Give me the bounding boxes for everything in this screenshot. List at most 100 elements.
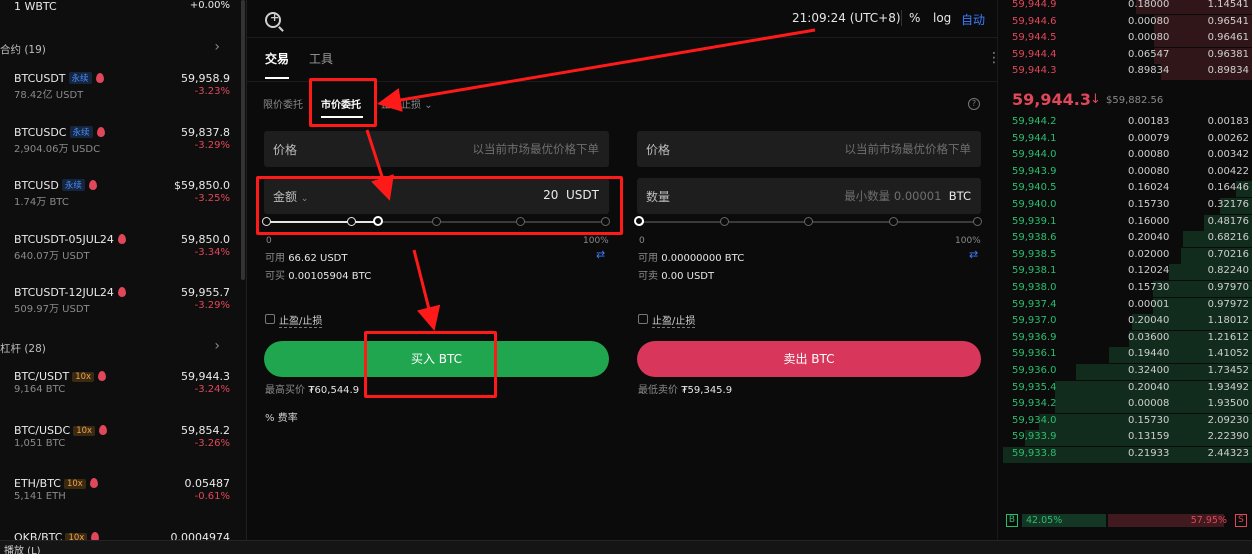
order-book-row[interactable]: 59,939.1 0.16000 0.48176 [998,214,1252,231]
sell-price-placeholder: 以当前市场最优价格下单 [844,142,972,156]
order-total: 0.32176 [1207,199,1249,210]
slider-stop[interactable] [719,217,729,226]
order-book-row[interactable]: 59,938.5 0.02000 0.70216 [998,247,1252,264]
sell-tpsl-checkbox[interactable] [638,314,648,324]
transfer-icon[interactable]: ⇄ [596,248,605,261]
order-book-row[interactable]: 59,936.9 0.03600 1.21612 [998,330,1252,347]
sell-button[interactable]: 卖出 BTC [637,341,981,377]
order-book-row[interactable]: 59,944.5 0.00080 0.96461 [998,31,1252,48]
order-book-row[interactable]: 59,944.9 0.18000 1.14541 [998,0,1252,14]
slider-knob[interactable] [634,216,644,226]
market-row[interactable]: BTCUSDT-12JUL24 509.97万 USDT 59,955.7 -3.29… [0,280,240,330]
order-book-row[interactable]: 59,944.4 0.06547 0.96381 [998,47,1252,64]
order-book-row[interactable]: 59,938.1 0.12024 0.82240 [998,264,1252,281]
order-book-row[interactable]: 59,943.9 0.00080 0.00422 [998,165,1252,181]
market-row[interactable]: BTCUSDC 永续 2,904.06万 USDC 59,837.8 -3.29% [0,120,240,170]
market-list[interactable]: 1 WBTC +0.00% 合约 (19) › BTCUSDT 永续 78.42亿 … [0,0,246,554]
left-scrollbar[interactable] [241,0,245,280]
buy-price-field[interactable]: 价格 以当前市场最优价格下单 [264,131,609,167]
order-book-row[interactable]: 59,937.0 0.20040 1.18012 [998,314,1252,331]
order-book-row[interactable]: 59,933.9 0.13159 2.22390 [998,430,1252,447]
order-book-row[interactable]: 59,944.2 0.00183 0.00183 [998,115,1252,131]
order-total: 0.00183 [1207,116,1249,127]
transfer-icon[interactable]: ⇄ [969,248,978,261]
order-type-stop[interactable]: 止盈止损 ⌄ [381,96,433,111]
buy-tpsl-label[interactable]: 止盈/止损 [279,312,323,328]
amount-type-select[interactable]: 金额 ⌄ [273,188,308,205]
sell-tpsl-label[interactable]: 止盈/止损 [652,312,696,328]
slider-stop[interactable] [601,217,610,226]
order-type-market[interactable]: 市价委托 [321,96,361,111]
sell-qty-slider[interactable] [634,216,982,228]
market-volume: 78.42亿 USDT [14,90,84,101]
market-symbol-text: BTCUSD [14,179,59,192]
order-qty: 0.15730 [1128,199,1170,210]
order-book-row[interactable]: 59,934.2 0.00008 1.93500 [998,397,1252,414]
order-book-row[interactable]: 59,944.3 0.89834 0.89834 [998,64,1252,81]
market-row[interactable]: BTC/USDT 10x 9,164 BTC 59,944.3 -3.24% [0,364,240,414]
log-toggle[interactable]: log [933,11,951,25]
buy-amount-slider[interactable] [262,216,610,228]
order-total: 1.93500 [1207,398,1249,410]
section-contracts[interactable]: 合约 (19) › [0,39,240,60]
chevron-right-icon: › [214,338,220,354]
slider-knob[interactable] [372,216,383,226]
market-row[interactable]: BTC/USDC 10x 1,051 BTC 59,854.2 -3.26% [0,418,240,468]
auto-toggle[interactable]: 自动 [961,11,985,28]
order-price: 59,933.9 [1012,431,1057,443]
order-book-row[interactable]: 59,938.6 0.20040 0.68216 [998,231,1252,248]
order-book-row[interactable]: 59,944.0 0.00080 0.00342 [998,148,1252,164]
order-book-row[interactable]: 59,944.1 0.00079 0.00262 [998,132,1252,148]
order-book-row[interactable]: 59,933.8 0.21933 2.44323 [998,447,1252,463]
market-row[interactable]: ETH/BTC 10x 5,141 ETH 0.05487 -0.61% [0,471,240,521]
buy-button[interactable]: 买入 BTC [264,341,609,377]
section-margin-title: 杠杆 (28) [0,343,46,355]
buy-sell-ratio: B 42.05% 57.95% S [998,512,1252,530]
market-volume: 5,141 ETH [14,491,66,502]
buy-max-qty: 可买 0.00105904 BTC [265,267,371,282]
slider-stop[interactable] [262,217,271,226]
market-volume: 2,904.06万 USDC [14,143,101,155]
zoom-in-icon[interactable]: + [265,11,281,28]
sell-price-field[interactable]: 价格 以当前市场最优价格下单 [637,131,981,167]
tab-trade[interactable]: 交易 [265,50,289,67]
order-total: 0.70216 [1207,248,1249,260]
market-row[interactable]: BTCUSDT 永续 78.42亿 USDT 59,958.9 -3.23% [0,66,240,116]
buy-tpsl-checkbox[interactable] [265,314,275,324]
market-row[interactable]: BTCUSDT-05JUL24 640.07万 USDT 59,850.0 -3.34… [0,227,240,277]
order-book-row[interactable]: 59,944.6 0.00080 0.96541 [998,14,1252,31]
tab-tools[interactable]: 工具 [309,50,333,67]
sell-qty-input[interactable]: 数量 最小数量 0.00001 BTC [637,178,981,214]
slider-stop[interactable] [888,217,898,226]
order-book-row[interactable]: 59,940.5 0.16024 0.16446 [998,181,1252,198]
section-margin[interactable]: 杠杆 (28) › [0,338,240,359]
market-row[interactable]: BTCUSD 永续 1.74万 BTC $59,850.0 -3.25% [0,173,240,223]
order-qty: 0.32400 [1128,365,1170,376]
order-book-row[interactable]: 59,937.4 0.00001 0.97972 [998,297,1252,314]
order-book-row[interactable]: 59,936.0 0.32400 1.73452 [998,364,1252,380]
order-type-limit[interactable]: 限价委托 [263,96,303,111]
slider-stop[interactable] [431,217,441,226]
order-book-row[interactable]: 59,936.1 0.19440 1.41052 [998,347,1252,364]
order-total: 1.21612 [1207,331,1249,343]
slider-stop[interactable] [516,217,526,226]
order-book-row[interactable]: 59,938.0 0.15730 0.97970 [998,281,1252,297]
order-qty: 0.00001 [1128,298,1170,310]
order-price: 59,937.4 [1012,298,1057,310]
play-label[interactable]: 播放 (L) [4,542,41,554]
slider-stop[interactable] [804,217,813,226]
order-book-row[interactable]: 59,935.4 0.20040 1.93492 [998,380,1252,397]
fee-rate-link[interactable]: % 费率 [265,409,298,424]
order-book-row[interactable]: 59,940.0 0.15730 0.32176 [998,198,1252,214]
percent-toggle[interactable]: % [909,11,920,25]
order-qty: 0.00080 [1128,165,1170,177]
info-icon[interactable]: ? [968,98,980,110]
buy-amount-input[interactable]: 金额 ⌄ 20 USDT [264,178,609,214]
slider-stop[interactable] [973,217,982,226]
market-row-wbtc[interactable]: 1 WBTC +0.00% [0,0,240,44]
slider-stop[interactable] [346,217,356,226]
market-price: 0.05487 [184,477,231,490]
arrow-down-icon: ↓ [1090,92,1101,107]
order-book-row[interactable]: 59,934.0 0.15730 2.09230 [998,413,1252,430]
market-change: -3.26% [194,437,230,449]
